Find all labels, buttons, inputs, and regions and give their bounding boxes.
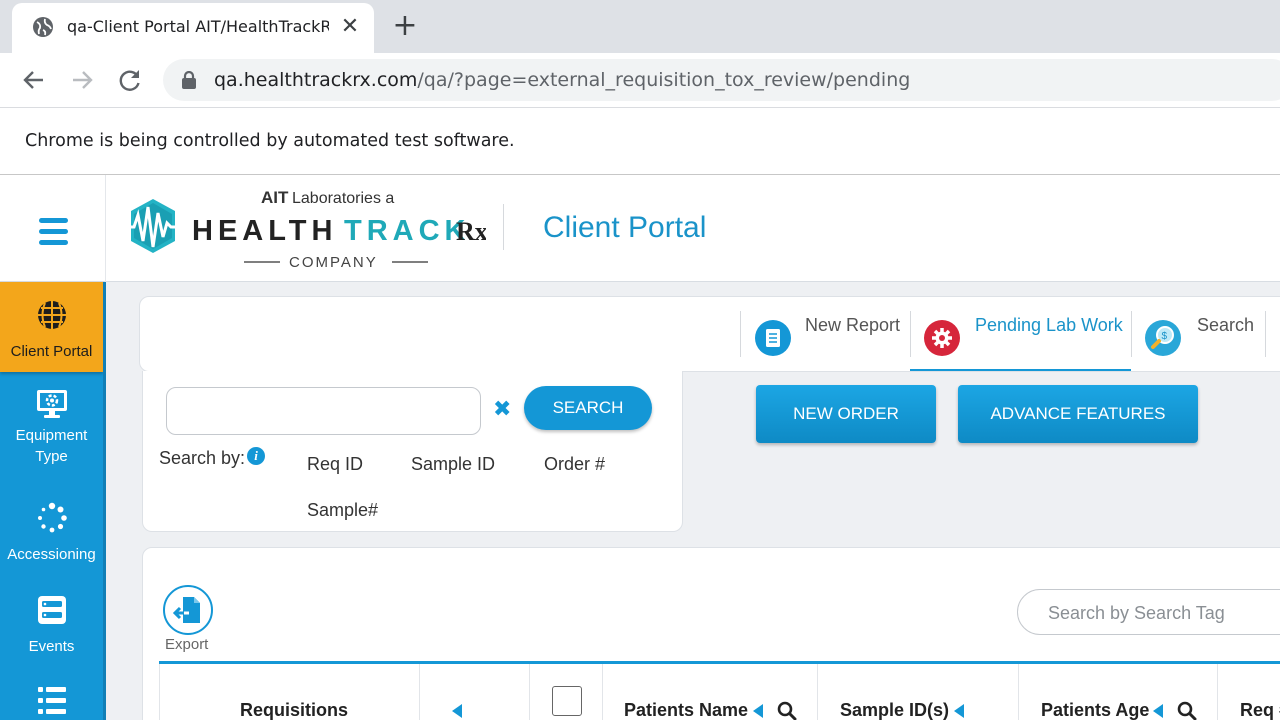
browser-tab[interactable]: qa-Client Portal AIT/HealthTrackRx ✕: [12, 3, 374, 53]
sidebar-item-label: Client Portal: [10, 343, 93, 360]
server-list-icon: [37, 596, 66, 624]
info-icon[interactable]: i: [247, 447, 265, 465]
tab-divider: [1265, 311, 1266, 357]
reload-icon[interactable]: [115, 65, 145, 95]
sidebar-item-list[interactable]: [0, 684, 103, 720]
browser-tabstrip: qa-Client Portal AIT/HealthTrackRx ✕ +: [0, 0, 1280, 53]
tab-label: New Report: [805, 315, 901, 335]
close-icon[interactable]: ✕: [339, 16, 361, 38]
infobar-text: Chrome is being controlled by automated …: [25, 131, 515, 151]
url-path: /qa/?page=external_requisition_tox_revie…: [417, 69, 911, 91]
list-icon: [37, 687, 66, 714]
sidebar: Client Portal Equipment Type Accessionin…: [0, 282, 106, 720]
export-label: Export: [165, 636, 209, 653]
url-text: qa.healthtrackrx.com/qa/?page=external_r…: [214, 69, 910, 91]
column-header-label: Patients Age: [1041, 700, 1150, 720]
monitor-gear-icon: [36, 390, 67, 418]
logo-company-text: COMPANY: [289, 254, 378, 271]
tab-pending-lab-work[interactable]: Pending Lab Work: [910, 311, 1131, 371]
sidebar-scrollbar[interactable]: [103, 282, 106, 720]
sidebar-item-accessioning[interactable]: Accessioning: [0, 502, 103, 565]
search-icon[interactable]: [777, 701, 797, 720]
page-title: Client Portal: [543, 211, 707, 244]
sort-arrow-icon[interactable]: [452, 704, 462, 718]
sidebar-item-client-portal[interactable]: Client Portal: [0, 282, 103, 372]
select-all-checkbox[interactable]: [552, 686, 582, 716]
search-input[interactable]: [166, 387, 481, 435]
forward-arrow-icon[interactable]: [67, 65, 97, 95]
hamburger-line-icon: [39, 218, 68, 223]
search-by-label: Search by:: [159, 448, 246, 468]
logo-health-text: HEALTH: [192, 215, 337, 247]
tab-title: qa-Client Portal AIT/HealthTrackRx: [67, 17, 329, 36]
sidebar-item-label: Events: [28, 638, 75, 655]
column-header-patients-age[interactable]: Patients Age: [1019, 664, 1218, 720]
gear-icon: [924, 320, 960, 356]
logo-laboratories-text: Laboratories a: [292, 190, 394, 207]
column-header-req-number[interactable]: Req #: [1218, 664, 1280, 720]
logo-graphic: AIT Laboratories a HEALTH TRACK Rx COMPA…: [126, 188, 488, 271]
sidebar-item-label: Accessioning: [7, 546, 96, 563]
healthtrackrx-logo: AIT Laboratories a HEALTH TRACK Rx COMPA…: [126, 185, 488, 275]
tab-new-report[interactable]: New Report: [741, 311, 910, 371]
requisitions-table-card: Export Search by Search Tag Requisitions…: [142, 547, 1280, 720]
sidebar-item-equipment-type[interactable]: Equipment Type: [0, 388, 103, 467]
search-option-order-number[interactable]: Order #: [544, 454, 605, 475]
browser-toolbar: qa.healthtrackrx.com/qa/?page=external_r…: [0, 53, 1280, 107]
globe-icon: [33, 17, 53, 37]
back-arrow-icon[interactable]: [19, 65, 49, 95]
search-option-sample-number[interactable]: Sample#: [307, 500, 378, 521]
sidebar-item-label: Equipment Type: [15, 427, 88, 465]
sort-arrow-icon[interactable]: [954, 704, 964, 718]
sort-arrow-icon[interactable]: [753, 704, 763, 718]
sidebar-item-events[interactable]: Events: [0, 594, 103, 657]
document-icon: [755, 320, 791, 356]
search-tag-input[interactable]: Search by Search Tag: [1017, 589, 1280, 635]
new-order-button[interactable]: NEW ORDER: [756, 385, 936, 443]
magnifier-money-icon: $: [1145, 320, 1181, 356]
column-header-label: Sample ID(s): [840, 700, 950, 720]
svg-text:$: $: [1162, 331, 1168, 342]
logo-track-text: TRACK: [344, 215, 471, 247]
export-button[interactable]: [163, 585, 213, 635]
address-bar[interactable]: qa.healthtrackrx.com/qa/?page=external_r…: [163, 59, 1280, 101]
url-domain: qa.healthtrackrx.com: [214, 69, 418, 91]
spinner-icon: [37, 502, 67, 533]
column-header-patients-name[interactable]: Patients Name: [603, 664, 818, 720]
header-divider: [503, 204, 504, 250]
search-button[interactable]: SEARCH: [524, 386, 652, 430]
lock-icon[interactable]: [181, 71, 197, 89]
new-tab-icon[interactable]: +: [392, 11, 418, 41]
automation-infobar: Chrome is being controlled by automated …: [0, 107, 1280, 175]
hamburger-line-icon: [39, 240, 68, 245]
advance-features-button[interactable]: ADVANCE FEATURES: [958, 385, 1198, 443]
clear-search-icon[interactable]: ✖: [493, 399, 511, 421]
tab-label: Pending Lab Work: [975, 315, 1123, 335]
search-icon[interactable]: [1177, 701, 1197, 720]
globe-grid-icon: [37, 301, 66, 329]
export-icon: [172, 597, 200, 623]
top-tabs-card: New Report Pending Lab Work $ Search: [139, 296, 1280, 372]
column-header-label: Patients Name: [624, 700, 749, 720]
tab-label: Search: [1197, 315, 1255, 335]
sort-arrow-icon[interactable]: [1153, 704, 1163, 718]
search-option-req-id[interactable]: Req ID: [307, 454, 363, 475]
hamburger-menu-button[interactable]: [0, 175, 106, 282]
search-option-sample-id[interactable]: Sample ID: [411, 454, 495, 475]
search-panel: ✖ SEARCH Search by: i Req ID Sample ID O…: [142, 371, 683, 532]
column-header-label: Requisitions: [240, 700, 349, 720]
column-header-select-all[interactable]: [530, 664, 603, 720]
logo-ait-text: AIT: [261, 188, 289, 207]
search-tag-placeholder: Search by Search Tag: [1048, 603, 1225, 623]
column-header-sample-ids[interactable]: Sample ID(s): [818, 664, 1019, 720]
column-header-label: Req #: [1240, 700, 1280, 720]
hamburger-line-icon: [39, 229, 68, 234]
tab-search[interactable]: $ Search: [1131, 311, 1265, 371]
column-header-sort[interactable]: [420, 664, 530, 720]
logo-rx-text: Rx: [456, 217, 486, 246]
app-header: AIT Laboratories a HEALTH TRACK Rx COMPA…: [0, 175, 1280, 282]
column-header-requisitions[interactable]: Requisitions: [159, 664, 420, 720]
